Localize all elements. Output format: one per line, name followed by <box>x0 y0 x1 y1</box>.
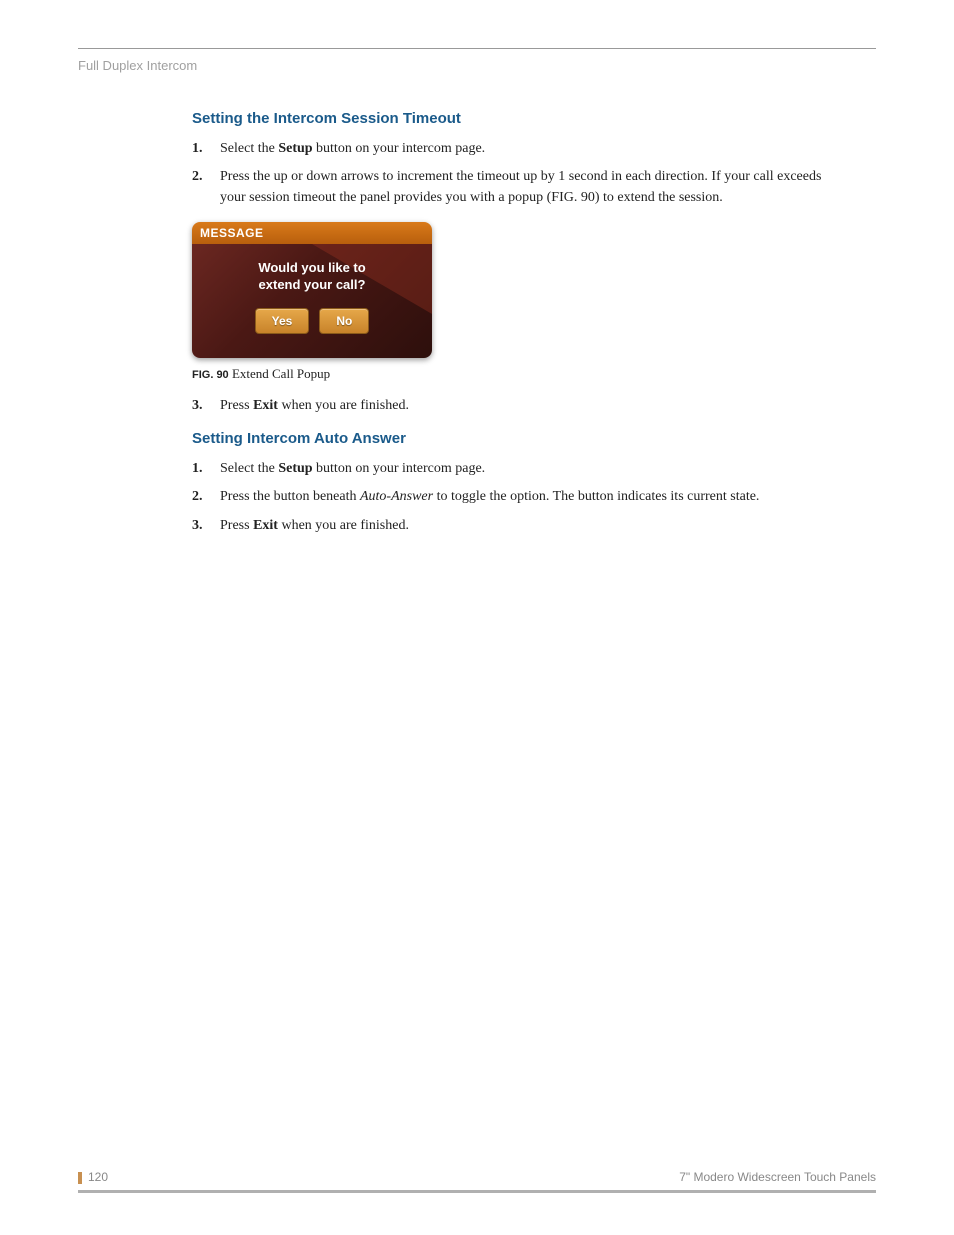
main-content: Setting the Intercom Session Timeout Sel… <box>192 110 832 550</box>
autoanswer-steps-list: Select the Setup button on your intercom… <box>192 459 832 536</box>
yes-button[interactable]: Yes <box>255 308 310 334</box>
list-item: Press the button beneath Auto-Answer to … <box>192 487 832 507</box>
list-item: Select the Setup button on your intercom… <box>192 139 832 159</box>
step-text: Press the up or down arrows to increment… <box>220 169 821 204</box>
step-text: Press <box>220 518 253 533</box>
popup-button-row: Yes No <box>204 308 420 334</box>
footer-marker-icon <box>78 1172 82 1184</box>
step-text: Select the <box>220 461 278 476</box>
autoanswer-word: Auto-Answer <box>360 489 433 504</box>
footer-title: 7" Modero Widescreen Touch Panels <box>679 1170 876 1184</box>
popup-line1: Would you like to <box>258 260 365 275</box>
section-heading-timeout: Setting the Intercom Session Timeout <box>192 110 832 127</box>
timeout-steps-list: Select the Setup button on your intercom… <box>192 139 832 208</box>
extend-call-popup: MESSAGE Would you like to extend your ca… <box>192 222 432 358</box>
step-text: to toggle the option. The button indicat… <box>433 489 759 504</box>
figure-caption-text: Extend Call Popup <box>232 366 330 381</box>
step-text: Press <box>220 398 253 413</box>
popup-message: Would you like to extend your call? <box>204 260 420 294</box>
page-footer: 120 7" Modero Widescreen Touch Panels <box>78 1170 876 1193</box>
exit-word: Exit <box>253 518 278 533</box>
footer-left: 120 <box>78 1170 108 1184</box>
list-item: Press Exit when you are finished. <box>192 516 832 536</box>
exit-word: Exit <box>253 398 278 413</box>
list-item: Select the Setup button on your intercom… <box>192 459 832 479</box>
timeout-steps-list-cont: Press Exit when you are finished. <box>192 396 832 416</box>
step-text: Select the <box>220 141 278 156</box>
step-text: when you are finished. <box>278 518 409 533</box>
setup-word: Setup <box>278 461 312 476</box>
figure-label: FIG. 90 <box>192 369 229 381</box>
step-text: when you are finished. <box>278 398 409 413</box>
page-number: 120 <box>88 1170 108 1184</box>
no-button[interactable]: No <box>319 308 369 334</box>
header-breadcrumb: Full Duplex Intercom <box>78 58 197 73</box>
step-text: Press the button beneath <box>220 489 360 504</box>
step-text: button on your intercom page. <box>313 461 486 476</box>
list-item: Press the up or down arrows to increment… <box>192 167 832 208</box>
section-heading-autoanswer: Setting Intercom Auto Answer <box>192 430 832 447</box>
list-item: Press Exit when you are finished. <box>192 396 832 416</box>
step-text: button on your intercom page. <box>313 141 486 156</box>
figure-caption: FIG. 90 Extend Call Popup <box>192 366 832 382</box>
setup-word: Setup <box>278 141 312 156</box>
popup-line2: extend your call? <box>259 277 366 292</box>
popup-body: Would you like to extend your call? Yes … <box>192 244 432 358</box>
header-rule <box>78 48 876 49</box>
figure-popup: MESSAGE Would you like to extend your ca… <box>192 222 832 358</box>
popup-title: MESSAGE <box>192 222 432 244</box>
